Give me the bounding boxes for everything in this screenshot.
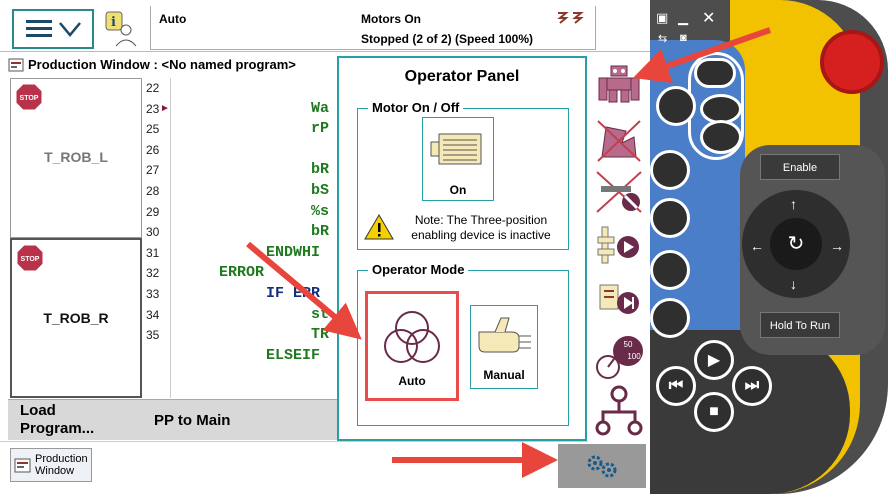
arrow-to-robot-icon bbox=[633, 27, 771, 84]
arrow-to-auto-button bbox=[246, 241, 362, 340]
annotation-arrows bbox=[246, 27, 771, 478]
